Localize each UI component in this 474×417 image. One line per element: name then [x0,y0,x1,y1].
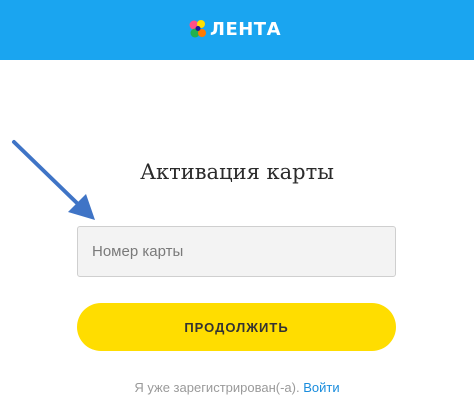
login-prompt: Я уже зарегистрирован(-а). Войти [0,380,474,395]
continue-button[interactable]: ПРОДОЛЖИТЬ [77,303,396,351]
page-title: Активация карты [140,160,334,184]
lenta-logo[interactable]: ЛЕНТА [188,14,281,44]
arrow-icon [12,140,95,220]
login-link[interactable]: Войти [303,380,339,395]
brand-name: ЛЕНТА [210,18,282,40]
top-header: ЛЕНТА [0,0,474,60]
registered-text: Я уже зарегистрирован(-а). [134,380,300,395]
lenta-logo-mark-icon [189,20,206,38]
card-number-input[interactable] [77,226,396,277]
